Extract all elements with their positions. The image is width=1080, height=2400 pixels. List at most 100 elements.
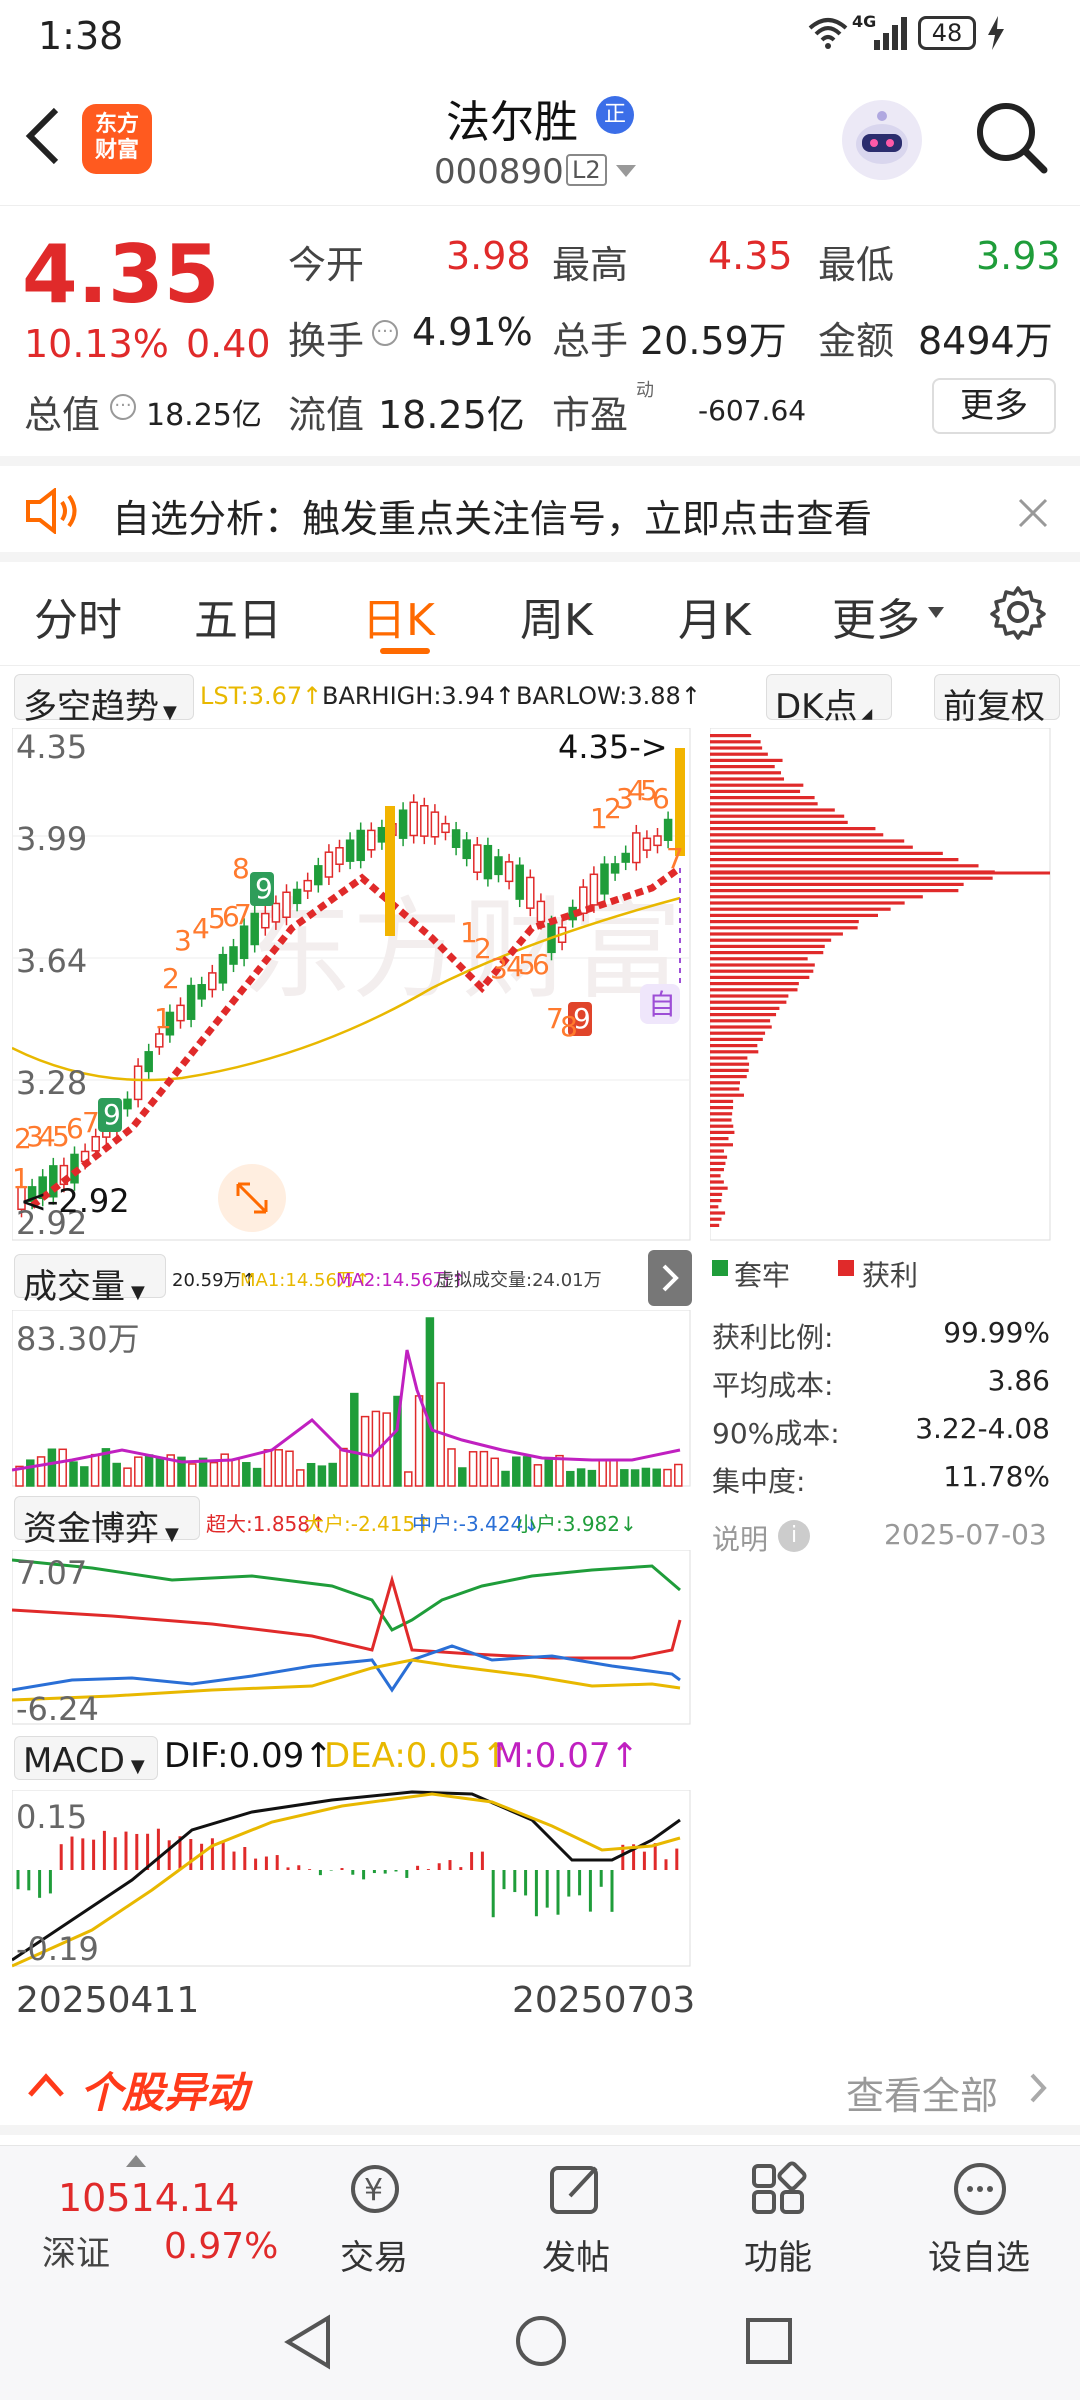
high-value: 4.35 [708,234,793,278]
chip-date: 2025-07-03 [884,1518,1047,1551]
chip-bar [710,969,814,973]
open-label: 今开 [288,243,365,287]
index-up-icon [126,2152,146,2171]
fund-small: 小户:3.982↓ [516,1512,637,1536]
battery-icon: 48 [918,16,976,50]
volume-select[interactable]: 成交量 ▼ [14,1254,166,1307]
fund-game-chart: 7.07 -6.24 [12,1550,691,1726]
robot-assistant-icon[interactable] [842,100,922,180]
chip-bar [710,889,959,893]
chip-bar [710,1118,732,1122]
stock-movement-row[interactable]: 个股异动 查看全部 [0,2045,1080,2135]
chip-bar [710,1124,734,1128]
level2-badge[interactable]: L2 [566,154,607,186]
function-icon[interactable] [748,2160,808,2222]
tab-monthly-k[interactable]: 月K [678,584,751,648]
pe-label: 市盈 [552,393,629,437]
quote-panel: 4.35 10.13% 0.40 今开 3.98 最高 4.35 最低 3.93… [0,206,1080,456]
view-all-link[interactable]: 查看全部 [846,2065,998,2120]
post-label[interactable]: 发帖 [542,2230,610,2279]
auto-badge[interactable]: 自 [648,988,676,1021]
dk-point-button[interactable]: DK点 ◢ [766,674,892,727]
volume-label: 成交量 [23,1267,125,1307]
chip-bar [710,926,858,930]
chip-bar [710,975,810,979]
info-dots-icon[interactable]: ··· [372,320,398,346]
more-button[interactable]: 更多 [932,378,1056,434]
add-watchlist-icon[interactable] [950,2160,1010,2222]
nav-back-icon[interactable] [282,2314,334,2374]
movement-title: 个股异动 [80,2068,249,2117]
adjust-button[interactable]: 前复权 [934,674,1060,727]
chip-bar [710,845,913,849]
volume-bar [522,1456,532,1487]
tab-weekly-k[interactable]: 周K [520,584,593,648]
volume-bar [328,1462,337,1487]
chip-bar [710,802,818,806]
tab-daily-k[interactable]: 日K [362,584,435,648]
volume-bar [231,1458,240,1487]
macd-dif: DIF:0.09↑ [164,1736,333,1776]
function-label[interactable]: 功能 [744,2230,812,2279]
y-label: 4.35 [16,728,87,766]
chip-note[interactable]: 说明 [712,1518,768,1558]
chip-bar [710,1087,740,1091]
trade-label[interactable]: 交易 [340,2230,408,2279]
macd-m: M:0.07↑ [494,1736,639,1776]
chip-bar [710,1075,747,1079]
app-logo[interactable]: 东方 财富 [82,104,152,174]
back-button[interactable] [22,104,62,172]
chip-bar [710,777,785,781]
candle-body [208,972,217,991]
volume-bar [533,1464,543,1487]
nav-home-icon[interactable] [514,2314,568,2372]
macd-select[interactable]: MACD ▼ [14,1736,158,1781]
trade-icon[interactable]: ¥ [344,2160,406,2222]
logo-text-2: 财富 [94,138,139,163]
svg-text:7: 7 [82,1106,100,1139]
index-value[interactable]: 10514.14 [58,2176,239,2220]
chip-bar [710,1081,740,1085]
svg-text:东方财富: 东方财富 [242,889,682,1012]
indicator-label: 多空趋势 [23,687,159,727]
chip-bar [710,839,905,843]
chip-bar [710,1174,721,1178]
fund-select[interactable]: 资金博弈 ▼ [14,1496,200,1549]
status-time: 1:38 [38,14,124,58]
gear-icon[interactable] [990,584,1046,644]
chip-bar [710,1037,763,1041]
expand-panel-button[interactable] [648,1250,692,1306]
add-watchlist-label[interactable]: 设自选 [928,2230,1030,2279]
candle-body [536,900,546,923]
tab-more[interactable]: 更多 [832,584,920,648]
chip-bar [710,1130,735,1134]
index-name[interactable]: 深证 [42,2226,110,2275]
chip-bar [710,1013,777,1017]
nav-recent-icon[interactable] [744,2316,794,2370]
search-icon[interactable] [974,100,1050,180]
post-icon[interactable] [546,2160,606,2222]
close-icon[interactable] [1018,498,1048,532]
chip-bar [710,820,848,824]
candle-body [303,879,312,892]
legend-trapped-swatch [712,1260,728,1276]
tab-intraday[interactable]: 分时 [34,584,122,648]
candle-body [600,863,609,895]
info-icon[interactable]: i [778,1520,810,1552]
pe-sup: 动 [636,380,654,401]
indicator-select[interactable]: 多空趋势 ▼ [14,674,194,727]
candle-body [642,837,652,851]
volume-label: 总手 [552,319,629,363]
info-dots-icon[interactable]: ··· [110,394,136,420]
volume-bar [360,1415,370,1487]
analysis-alert[interactable]: 自选分析：触发重点关注信号，立即点击查看 [0,456,1080,562]
kline-chart[interactable]: 东方财富 9 9 9 83 4567 21123456 781234567 234… [12,728,692,1242]
candle-body [292,888,302,905]
volume-y-label: 83.30万 [16,1320,140,1358]
stock-name: 法尔胜 [446,97,578,148]
dropdown-icon[interactable] [616,164,636,183]
tab-five-day[interactable]: 五日 [194,584,282,648]
candle-body [632,832,641,864]
index-pct[interactable]: 0.97% [164,2226,278,2267]
date-start: 20250411 [16,1980,200,2021]
